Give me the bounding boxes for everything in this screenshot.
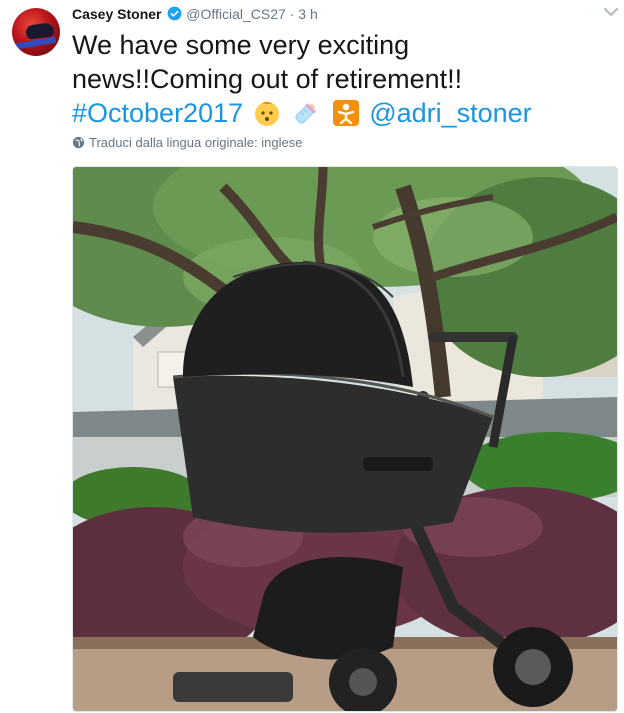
- mention-link[interactable]: @adri_stoner: [369, 98, 532, 128]
- tweet-header: Casey Stoner @Official_CS27 · 3 h: [72, 6, 614, 26]
- verified-badge-icon: [167, 6, 182, 24]
- separator-dot: ·: [289, 6, 295, 22]
- tweet-text: We have some very exciting news!!Coming …: [72, 28, 617, 130]
- baby-bottle-icon: [292, 99, 320, 127]
- globe-icon: [72, 136, 85, 149]
- hashtag-link[interactable]: #October2017: [72, 98, 243, 128]
- translate-label: Traduci dalla lingua originale: inglese: [89, 135, 303, 150]
- tweet-text-line3: #October2017 @adri_stoner: [72, 96, 617, 130]
- baby-symbol-icon: [332, 99, 360, 127]
- tweet-text-line1: We have some very exciting: [72, 30, 410, 60]
- avatar[interactable]: [12, 8, 60, 56]
- stroller-photo: [73, 167, 617, 711]
- tweet-photo[interactable]: [72, 166, 618, 712]
- author-name[interactable]: Casey Stoner: [72, 6, 161, 22]
- baby-face-icon: [253, 99, 281, 127]
- author-handle[interactable]: @Official_CS27: [186, 6, 286, 22]
- translate-link[interactable]: Traduci dalla lingua originale: inglese: [72, 135, 302, 150]
- chevron-down-icon[interactable]: [604, 4, 618, 17]
- tweet-timestamp[interactable]: 3 h: [298, 6, 317, 22]
- tweet-text-line2: news!!Coming out of retirement!!: [72, 64, 463, 94]
